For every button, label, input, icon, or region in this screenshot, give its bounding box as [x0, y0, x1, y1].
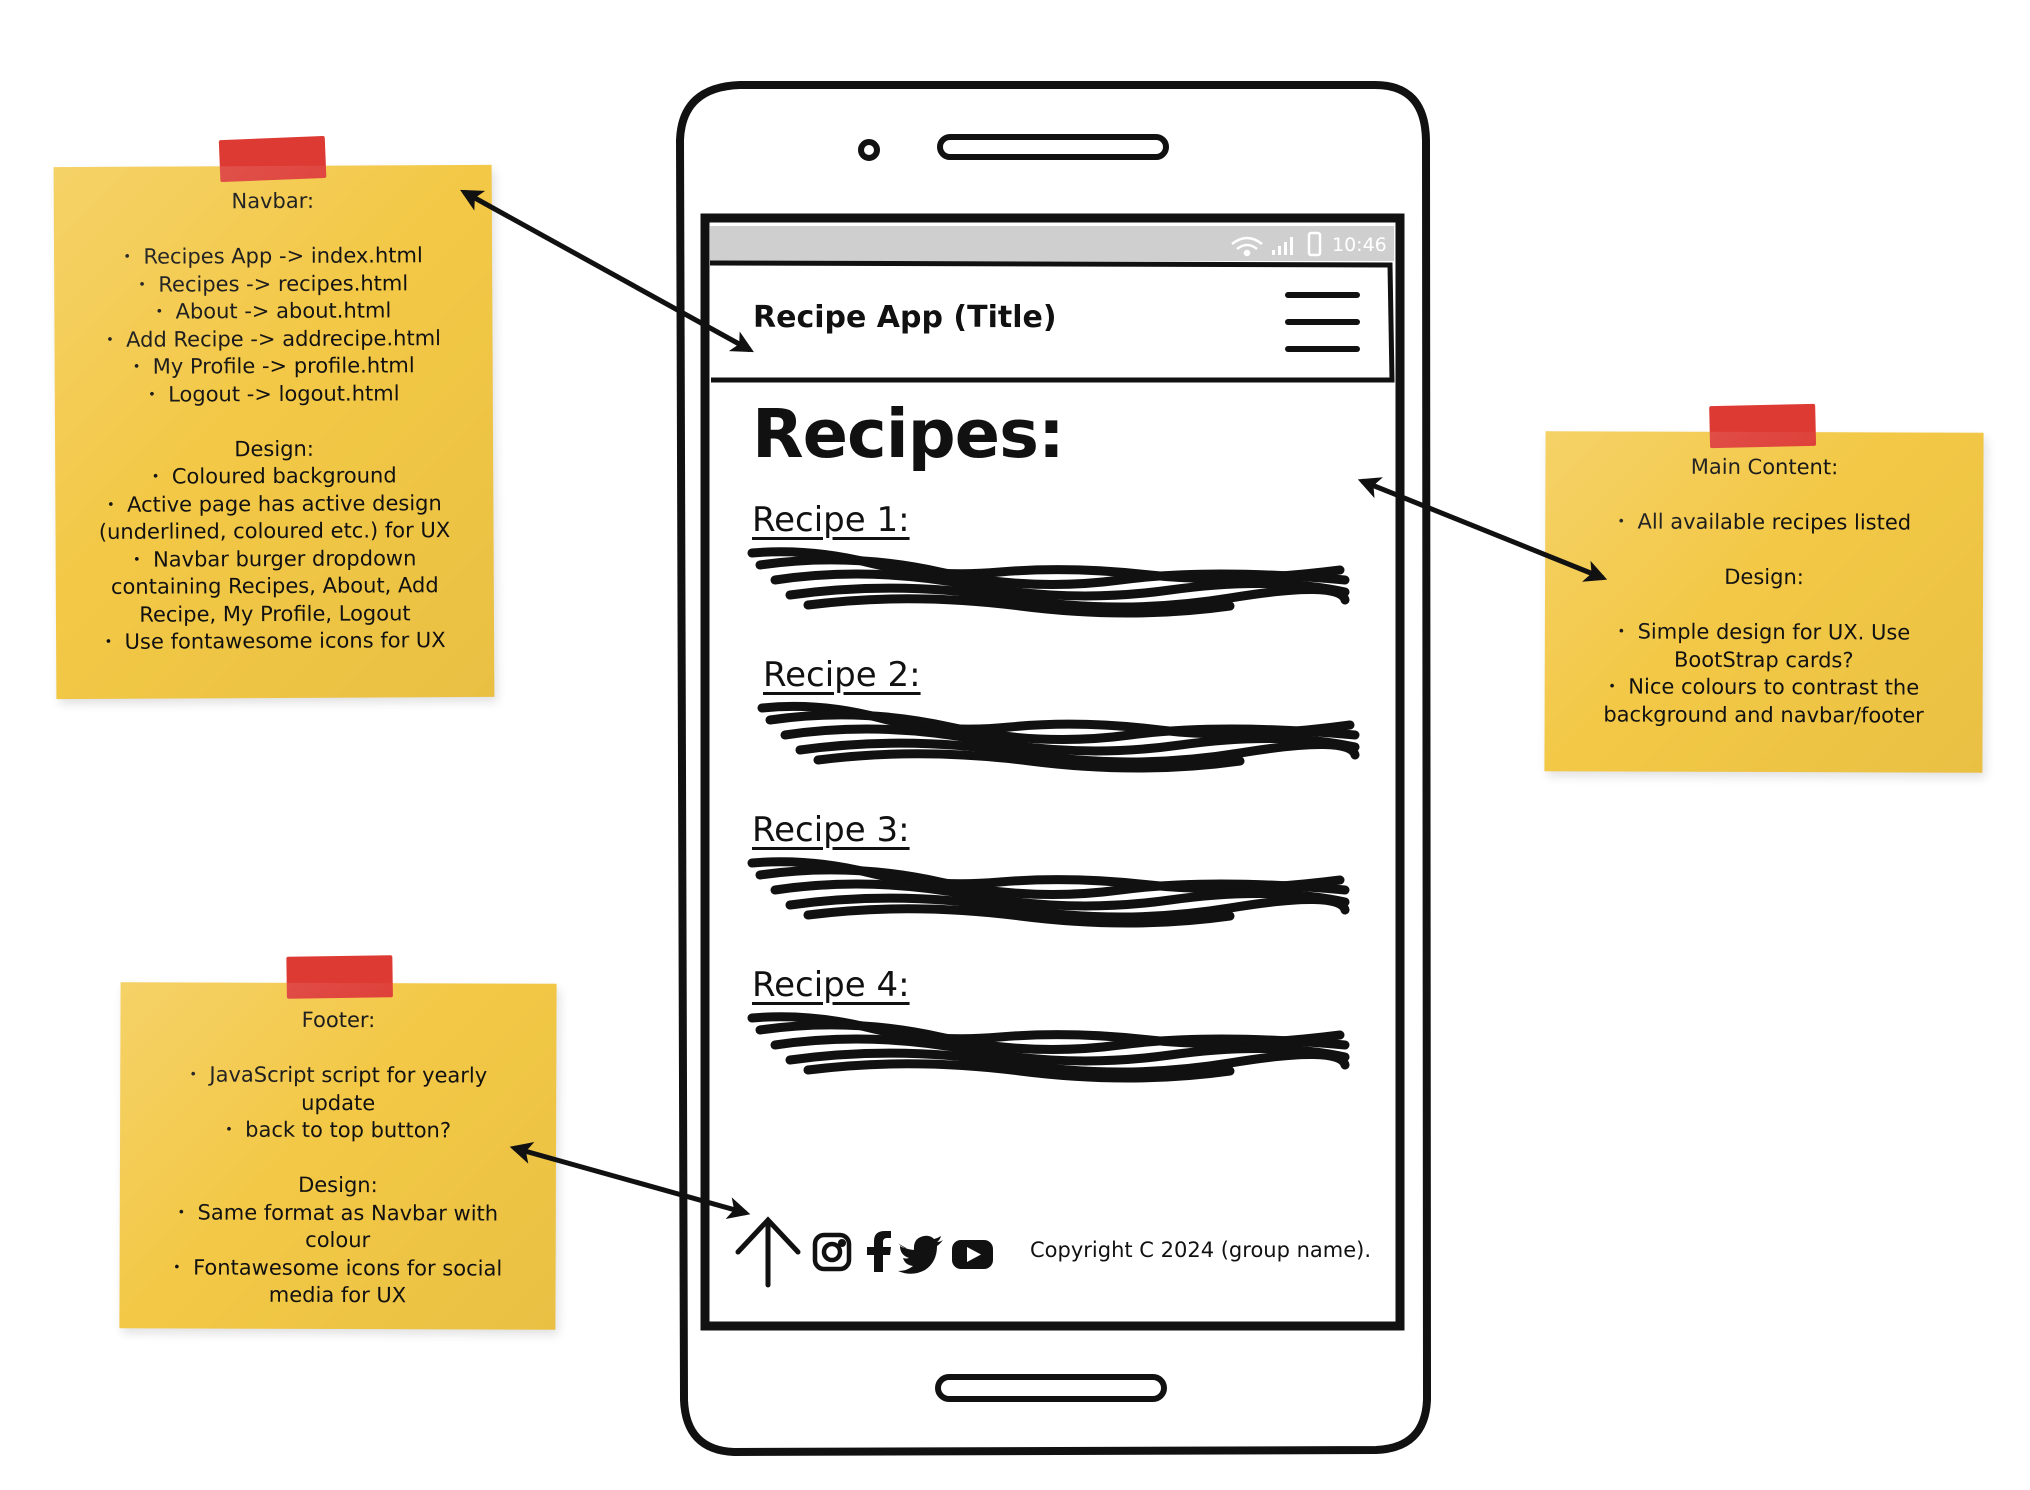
phone-wireframe — [460, 81, 1608, 1456]
copyright-text: Copyright C 2024 (group name). — [1030, 1238, 1372, 1262]
page-heading: Recipes: — [752, 395, 1065, 473]
app-title[interactable]: Recipe App (Title) — [753, 300, 1057, 335]
recipe-link[interactable]: Recipe 3: — [752, 810, 910, 850]
youtube-icon[interactable] — [952, 1240, 993, 1269]
status-time: 10:46 — [1332, 234, 1387, 256]
recipe-link[interactable]: Recipe 1: — [752, 500, 910, 540]
recipe-link[interactable]: Recipe 4: — [752, 965, 910, 1005]
phone-screen — [700, 213, 1405, 1331]
recipe-link[interactable]: Recipe 2: — [763, 655, 921, 695]
hamburger-menu-icon[interactable] — [1285, 290, 1360, 354]
